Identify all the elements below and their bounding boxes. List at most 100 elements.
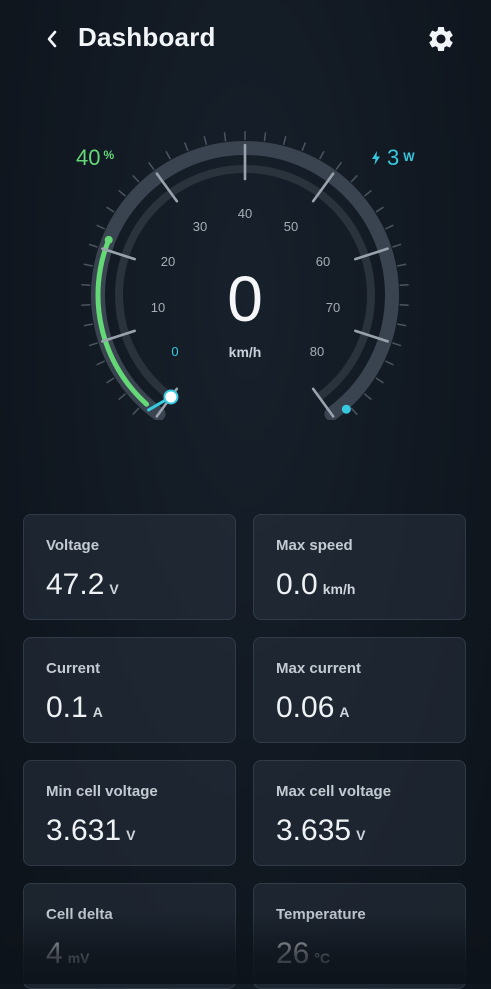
stat-label: Min cell voltage — [46, 783, 158, 800]
battery-value: 40 — [76, 145, 101, 170]
tick-label-80: 80 — [309, 344, 325, 359]
outer-minor-tick — [384, 360, 394, 366]
tick-label-20: 20 — [160, 254, 176, 269]
outer-minor-tick — [397, 323, 407, 327]
stat-card-current: Current 0.1 A — [23, 637, 236, 743]
speed-unit: km/h — [228, 344, 262, 360]
stat-unit: mV — [67, 950, 90, 966]
outer-minor-tick — [132, 174, 140, 183]
stat-value-row: 4 mV — [46, 937, 89, 971]
stat-card-max-current: Max current 0.06 A — [253, 637, 466, 743]
stat-value-row: 47.2 V — [46, 568, 119, 602]
stat-value: 3.635 — [276, 814, 352, 847]
outer-minor-tick — [223, 132, 227, 142]
stat-unit: V — [356, 827, 366, 843]
outer-minor-tick — [375, 206, 384, 213]
stat-card-max-cell-voltage: Max cell voltage 3.635 V — [253, 760, 466, 866]
tick-label-60: 60 — [315, 254, 331, 269]
outer-minor-tick — [83, 263, 93, 267]
outer-minor-tick — [183, 142, 189, 152]
power-level-dot — [341, 404, 351, 414]
gear-icon — [429, 26, 453, 51]
stat-value: 0.0 — [276, 568, 318, 601]
stat-card-voltage: Voltage 47.2 V — [23, 514, 236, 620]
outer-minor-tick — [384, 224, 394, 230]
outer-minor-tick — [132, 407, 140, 416]
outer-minor-tick — [88, 342, 98, 347]
outer-minor-tick — [118, 189, 127, 197]
outer-minor-tick — [301, 142, 307, 152]
stat-label: Cell delta — [46, 906, 113, 923]
outer-minor-tick — [263, 132, 267, 142]
battery-level-dot — [104, 235, 113, 244]
battery-readout: 40% — [76, 145, 114, 171]
outer-minor-tick — [399, 303, 409, 307]
outer-minor-tick — [83, 323, 93, 327]
outer-minor-tick — [399, 283, 409, 287]
outer-minor-tick — [350, 407, 358, 416]
power-value: 3 — [387, 145, 400, 170]
outer-minor-tick — [335, 161, 343, 171]
bolt-icon — [372, 151, 380, 165]
stat-value: 0.06 — [276, 691, 335, 724]
outer-minor-tick — [363, 393, 372, 401]
stat-unit: km/h — [322, 581, 356, 597]
outer-minor-tick — [147, 161, 155, 171]
stat-card-min-cell-voltage: Min cell voltage 3.631 V — [23, 760, 236, 866]
battery-unit: % — [103, 148, 115, 162]
stat-label: Max current — [276, 660, 362, 677]
tick-label-40: 40 — [237, 206, 253, 221]
stat-value-row: 3.635 V — [276, 814, 365, 848]
outer-minor-tick — [397, 263, 407, 267]
outer-minor-tick — [96, 360, 106, 366]
stat-unit: °C — [314, 950, 331, 966]
top-app-bar: Dashboard — [0, 0, 491, 80]
chevron-left-icon — [47, 30, 57, 48]
stat-unit: A — [92, 704, 103, 720]
stat-value: 26 — [276, 937, 310, 970]
stat-card-max-speed: Max speed 0.0 km/h — [253, 514, 466, 620]
speed-needle-knob — [163, 389, 179, 405]
stat-value-row: 0.0 km/h — [276, 568, 355, 602]
stat-value-row: 26 °C — [276, 937, 330, 971]
stat-card-temperature: Temperature 26 °C — [253, 883, 466, 989]
outer-minor-tick — [350, 174, 358, 183]
outer-minor-tick — [81, 303, 91, 307]
stat-unit: V — [109, 581, 119, 597]
speed-value: 0 — [227, 263, 263, 335]
stat-value: 4 — [46, 937, 63, 970]
tick-label-50: 50 — [283, 219, 299, 234]
outer-minor-tick — [106, 206, 115, 213]
tick-label-0: 0 — [171, 344, 179, 359]
outer-minor-tick — [88, 243, 98, 248]
stat-card-cell-delta: Cell delta 4 mV — [23, 883, 236, 989]
outer-minor-tick — [81, 283, 91, 287]
outer-minor-tick — [106, 377, 115, 384]
stat-value: 0.1 — [46, 691, 88, 724]
tick-label-30: 30 — [192, 219, 208, 234]
tick-label-10: 10 — [150, 300, 166, 315]
stat-label: Current — [46, 660, 101, 677]
stat-value: 47.2 — [46, 568, 105, 601]
tick-label-70: 70 — [325, 300, 341, 315]
power-unit: W — [403, 150, 415, 164]
stat-label: Max cell voltage — [276, 783, 392, 800]
page-title: Dashboard — [78, 22, 216, 52]
stat-value-row: 0.1 A — [46, 691, 103, 725]
outer-minor-tick — [319, 150, 325, 160]
stat-label: Voltage — [46, 537, 100, 554]
stat-value-row: 3.631 V — [46, 814, 135, 848]
stat-value-row: 0.06 A — [276, 691, 350, 725]
outer-minor-tick — [203, 135, 208, 146]
outer-minor-tick — [392, 342, 402, 347]
outer-minor-tick — [165, 150, 171, 160]
outer-minor-tick — [375, 377, 384, 384]
outer-minor-tick — [118, 393, 127, 401]
stat-label: Temperature — [276, 906, 366, 923]
outer-minor-tick — [96, 224, 106, 230]
settings-button[interactable] — [426, 24, 456, 54]
back-button[interactable] — [36, 22, 68, 56]
stat-value: 3.631 — [46, 814, 122, 847]
outer-minor-tick — [282, 135, 287, 146]
stat-label: Max speed — [276, 537, 353, 554]
